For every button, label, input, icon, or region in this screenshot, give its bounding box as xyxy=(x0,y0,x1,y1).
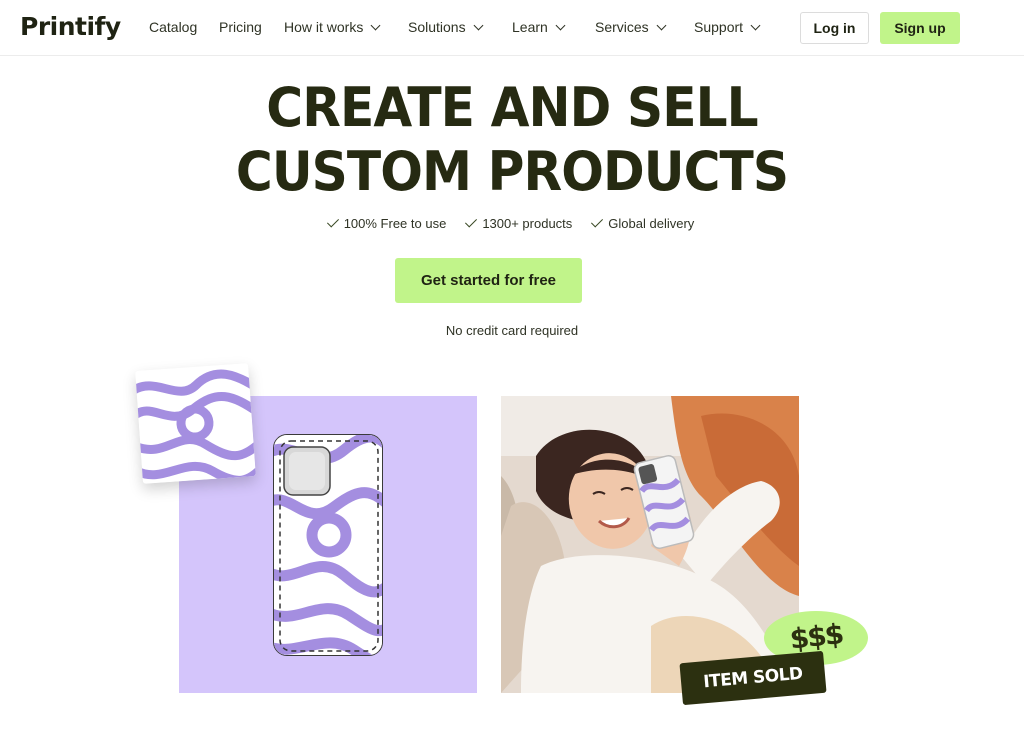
nav-item-label: Solutions xyxy=(408,19,466,35)
feature-item: Global delivery xyxy=(591,215,695,231)
nav-item-support[interactable]: Support xyxy=(694,19,761,35)
chevron-down-icon xyxy=(750,20,761,30)
check-icon xyxy=(465,215,478,228)
signup-button[interactable]: Sign up xyxy=(880,12,960,44)
feature-label: 1300+ products xyxy=(482,216,573,231)
nav-item-learn[interactable]: Learn xyxy=(512,19,566,35)
top-navigation: Printify Catalog Pricing How it works So… xyxy=(0,0,1024,56)
check-icon xyxy=(326,215,339,228)
feature-list: 100% Free to use 1300+ products Global d… xyxy=(0,215,1024,231)
nav-item-label: Pricing xyxy=(219,19,262,35)
phone-case-mockup xyxy=(273,434,383,656)
swirl-pattern-image xyxy=(135,363,256,484)
nav-item-pricing[interactable]: Pricing xyxy=(219,19,262,35)
chevron-down-icon xyxy=(555,20,566,30)
chevron-down-icon xyxy=(473,20,484,30)
hero-title-line-1: CREATE AND SELL xyxy=(266,76,758,139)
check-icon xyxy=(591,215,604,228)
phone-case-pattern xyxy=(274,435,382,655)
feature-label: 100% Free to use xyxy=(343,216,447,231)
lifestyle-photo xyxy=(501,396,799,693)
feature-item: 100% Free to use xyxy=(326,215,447,231)
design-swatch xyxy=(135,363,256,484)
nav-item-label: Services xyxy=(595,19,649,35)
nav-item-label: Catalog xyxy=(149,19,198,35)
nav-item-label: Learn xyxy=(512,19,548,35)
printify-logo[interactable]: Printify xyxy=(20,12,121,41)
nav-item-label: How it works xyxy=(284,19,364,35)
nav-item-label: Support xyxy=(694,19,744,35)
nav-item-solutions[interactable]: Solutions xyxy=(408,19,484,35)
nav-item-catalog[interactable]: Catalog xyxy=(149,19,197,35)
woman-with-phone-illustration xyxy=(501,396,799,693)
get-started-button[interactable]: Get started for free xyxy=(395,258,582,303)
chevron-down-icon xyxy=(370,20,381,30)
login-button[interactable]: Log in xyxy=(800,12,869,44)
nav-item-services[interactable]: Services xyxy=(595,19,667,35)
feature-label: Global delivery xyxy=(608,216,695,231)
nav-item-how-it-works[interactable]: How it works xyxy=(284,19,381,35)
feature-item: 1300+ products xyxy=(465,215,573,231)
cta-note: No credit card required xyxy=(445,323,579,338)
hero-title-line-2: CUSTOM PRODUCTS xyxy=(235,140,789,203)
chevron-down-icon xyxy=(656,20,667,30)
